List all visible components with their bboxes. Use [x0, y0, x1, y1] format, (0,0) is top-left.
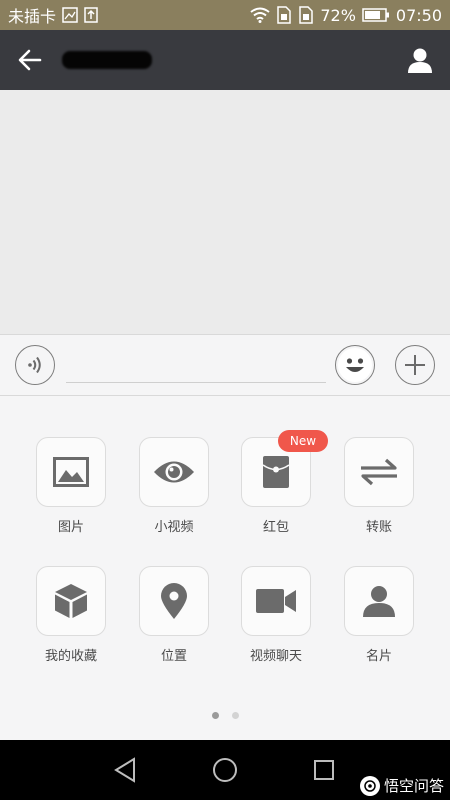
watermark-logo-icon: [359, 775, 380, 796]
eye-icon: [154, 461, 194, 483]
more-button[interactable]: [395, 345, 435, 385]
image-icon: [62, 7, 78, 23]
panel-item-video[interactable]: 小视频: [122, 437, 226, 535]
voice-button[interactable]: [15, 345, 55, 385]
wifi-icon: [250, 7, 270, 23]
video-tile[interactable]: [139, 437, 209, 507]
input-bar: [0, 334, 450, 396]
panel-item-video-chat[interactable]: 视频聊天: [224, 566, 328, 664]
carrier-text: 未插卡: [8, 7, 57, 26]
profile-button[interactable]: [390, 30, 450, 90]
status-bar: 未插卡 72% 07:50: [0, 0, 450, 30]
chat-header: [0, 30, 450, 90]
emoji-icon: [338, 348, 372, 382]
panel-item-label: 图片: [57, 520, 84, 535]
back-button[interactable]: [0, 30, 60, 90]
panel-item-label: 名片: [365, 649, 392, 664]
battery-percent: 72%: [320, 5, 356, 25]
panel-item-label: 转账: [365, 520, 392, 535]
panel-item-label: 红包: [262, 520, 289, 535]
plus-icon: [405, 355, 425, 375]
panel-item-transfer[interactable]: 转账: [327, 437, 431, 535]
panel-item-photo[interactable]: 图片: [19, 437, 123, 535]
system-recents-button[interactable]: [308, 754, 340, 786]
location-pin-icon: [161, 583, 187, 619]
location-tile[interactable]: [139, 566, 209, 636]
home-circle-icon: [213, 758, 237, 782]
favorites-tile[interactable]: [36, 566, 106, 636]
panel-item-contact-card[interactable]: 名片: [327, 566, 431, 664]
message-input[interactable]: [66, 351, 326, 383]
status-left: 未插卡: [8, 3, 98, 27]
chat-title: [62, 51, 152, 69]
page-dot[interactable]: [231, 712, 239, 719]
sim-icon: [276, 6, 292, 24]
red-packet-icon: [262, 456, 290, 488]
message-list[interactable]: [0, 90, 450, 334]
photo-icon: [53, 457, 89, 487]
system-back-button[interactable]: [109, 754, 141, 786]
transfer-icon: [361, 458, 397, 486]
panel-item-favorites[interactable]: 我的收藏: [19, 566, 123, 664]
contact-card-tile[interactable]: [344, 566, 414, 636]
watermark-text: 悟空问答: [383, 777, 444, 795]
voice-icon: [28, 356, 41, 374]
status-right: 72% 07:50: [250, 6, 442, 25]
system-home-button[interactable]: [209, 754, 241, 786]
person-icon: [408, 48, 432, 73]
watermark: 悟空问答: [359, 775, 444, 796]
clock: 07:50: [395, 5, 442, 25]
panel-item-label: 位置: [160, 649, 187, 664]
panel-item-label: 视频聊天: [249, 649, 302, 664]
page-dot-active[interactable]: [211, 712, 219, 719]
photo-tile[interactable]: [36, 437, 106, 507]
new-badge: New: [278, 430, 328, 452]
recents-square-icon: [314, 760, 334, 780]
video-camera-icon: [256, 589, 296, 613]
panel-item-label: 我的收藏: [44, 649, 97, 664]
contact-card-icon: [363, 586, 395, 617]
panel-item-location[interactable]: 位置: [122, 566, 226, 664]
cube-icon: [55, 584, 87, 618]
back-arrow-icon: [18, 49, 42, 71]
panel-item-label: 小视频: [154, 520, 194, 535]
sim-icon: [298, 6, 314, 24]
page-indicator: [0, 712, 450, 719]
emoji-button[interactable]: [335, 345, 375, 385]
battery-icon: [362, 8, 390, 22]
back-triangle-icon: [114, 757, 135, 783]
video-chat-tile[interactable]: [241, 566, 311, 636]
transfer-tile[interactable]: [344, 437, 414, 507]
upload-icon: [84, 7, 98, 23]
